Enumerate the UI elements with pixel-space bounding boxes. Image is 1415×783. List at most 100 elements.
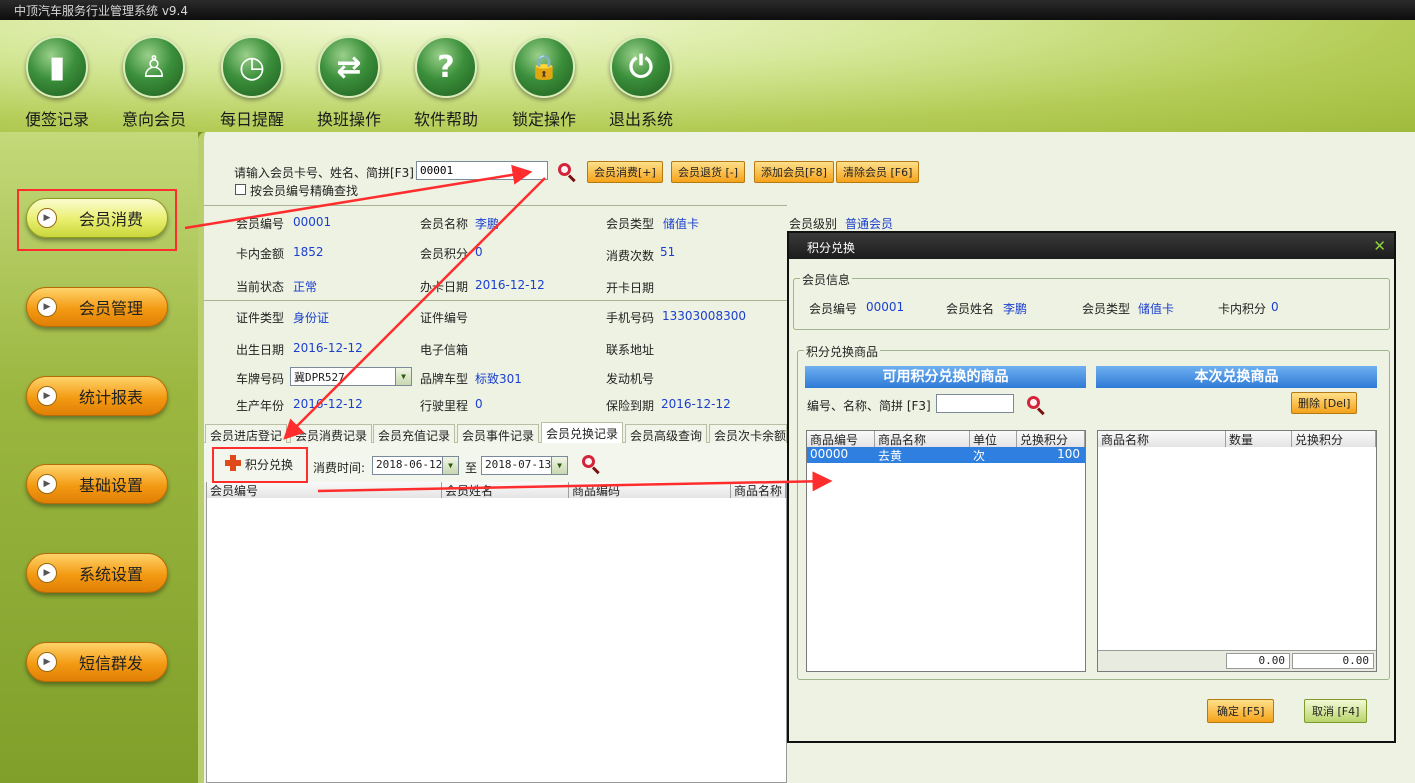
- search-prompt: 请输入会员卡号、姓名、简拼[F3]: [234, 166, 414, 180]
- alarm-clock-icon: ◷: [221, 36, 283, 98]
- column-header[interactable]: 商品编码: [569, 482, 731, 498]
- column-header[interactable]: 兑换积分: [1017, 431, 1085, 447]
- member-consume-button[interactable]: 会员消费[+]: [587, 161, 663, 183]
- id-number-label: 证件编号: [420, 311, 469, 325]
- tab-event-records[interactable]: 会员事件记录: [457, 424, 540, 444]
- delete-button[interactable]: 删除 [Del]: [1291, 392, 1358, 414]
- to-label: 至: [465, 461, 478, 475]
- column-header[interactable]: 兑换积分: [1292, 431, 1376, 447]
- table-row[interactable]: 00000 去黄 次 100: [807, 447, 1085, 463]
- current-goods-grid[interactable]: 商品名称 数量 兑换积分 0.00 0.00: [1097, 430, 1377, 672]
- member-id-label: 会员编号: [236, 217, 285, 231]
- search-icon[interactable]: [557, 162, 577, 183]
- tab-card-balance[interactable]: 会员次卡余额: [709, 424, 787, 444]
- search-icon[interactable]: [581, 454, 601, 475]
- dlg-member-id-value: 00001: [866, 300, 905, 314]
- title-bar: 中顶汽车服务行业管理系统 v9.4: [0, 0, 1415, 20]
- member-level-value: 普通会员: [845, 217, 894, 231]
- sidebar-item-sms[interactable]: ▶ 短信群发: [26, 642, 168, 682]
- sidebar-item-basic-settings[interactable]: ▶ 基础设置: [26, 464, 168, 504]
- tab-exchange-records[interactable]: 会员兑换记录: [541, 422, 624, 444]
- column-header[interactable]: 会员姓名: [442, 482, 569, 498]
- sidebar-item-label: 短信群发: [79, 654, 144, 673]
- date-from-picker[interactable]: 2018-06-12 ▼: [372, 456, 459, 475]
- points-value: 0: [475, 245, 483, 259]
- annotation-box: [212, 447, 308, 483]
- goods-search-label: 编号、名称、简拼 [F3]: [807, 399, 931, 413]
- toolbar-label: 软件帮助: [413, 110, 478, 129]
- exact-search-checkbox[interactable]: [235, 184, 246, 195]
- toolbar-prospect-button[interactable]: ♙ 意向会员: [109, 36, 199, 130]
- add-member-button[interactable]: 添加会员[F8]: [754, 161, 834, 183]
- divider: [204, 205, 787, 206]
- toolbar-lock-button[interactable]: 🔒 锁定操作: [499, 36, 589, 130]
- power-icon: ⏻: [610, 36, 672, 98]
- issue-date-label: 办卡日期: [420, 280, 469, 294]
- count-value: 51: [660, 245, 676, 259]
- tab-consume-records[interactable]: 会员消费记录: [290, 424, 373, 444]
- toolbar-reminder-button[interactable]: ◷ 每日提醒: [207, 36, 297, 130]
- plate-select[interactable]: 冀DPR527 ▼: [290, 367, 412, 386]
- birth-value: 2016-12-12: [293, 341, 363, 355]
- sidebar-item-reports[interactable]: ▶ 统计报表: [26, 376, 168, 416]
- id-type-value: 身份证: [293, 311, 330, 325]
- chevron-down-icon[interactable]: ▼: [395, 368, 411, 385]
- column-header[interactable]: 商品名称: [1098, 431, 1226, 447]
- dialog-title-bar: 积分兑换: [789, 233, 1394, 259]
- group-title: 积分兑换商品: [804, 343, 881, 360]
- dlg-points-label: 卡内积分: [1218, 302, 1267, 316]
- annotation-box: [17, 189, 177, 251]
- help-icon: ?: [415, 36, 477, 98]
- confirm-button[interactable]: 确定 [F5]: [1207, 699, 1275, 723]
- member-type-label: 会员类型: [606, 217, 655, 231]
- model-label: 品牌车型: [420, 372, 469, 386]
- member-search-input[interactable]: [416, 161, 548, 180]
- member-return-button[interactable]: 会员退货 [-]: [671, 161, 746, 183]
- member-name-label: 会员名称: [420, 217, 469, 231]
- close-icon[interactable]: ✕: [1373, 237, 1386, 255]
- search-icon[interactable]: [1026, 395, 1046, 416]
- member-type-value: 储值卡: [663, 217, 700, 231]
- balance-label: 卡内金额: [236, 247, 285, 261]
- records-grid[interactable]: [206, 482, 787, 783]
- column-header[interactable]: 单位: [970, 431, 1017, 447]
- count-label: 消费次数: [606, 249, 655, 263]
- time-label: 消费时间:: [313, 461, 366, 475]
- birth-label: 出生日期: [236, 343, 285, 357]
- toolbar-exit-button[interactable]: ⏻ 退出系统: [596, 36, 686, 130]
- mileage-label: 行驶里程: [420, 399, 469, 413]
- available-goods-grid[interactable]: 商品编号 商品名称 单位 兑换积分 00000 去黄 次 100: [806, 430, 1086, 672]
- member-id-value: 00001: [293, 215, 332, 229]
- year-label: 生产年份: [236, 399, 285, 413]
- email-label: 电子信箱: [420, 343, 469, 357]
- sidebar-item-system-settings[interactable]: ▶ 系统设置: [26, 553, 168, 593]
- date-to-picker[interactable]: 2018-07-13 ▼: [481, 456, 568, 475]
- column-header[interactable]: 商品名称: [875, 431, 970, 447]
- tab-recharge-records[interactable]: 会员充值记录: [373, 424, 456, 444]
- chevron-down-icon[interactable]: ▼: [551, 457, 567, 474]
- sidebar-item-label: 系统设置: [79, 565, 144, 584]
- chevron-down-icon[interactable]: ▼: [442, 457, 458, 474]
- goods-search-input[interactable]: [936, 394, 1014, 413]
- tab-checkin[interactable]: 会员进店登记: [205, 424, 288, 444]
- points-label: 会员积分: [420, 247, 469, 261]
- cancel-button[interactable]: 取消 [F4]: [1304, 699, 1368, 723]
- toolbar-help-button[interactable]: ? 软件帮助: [401, 36, 491, 130]
- column-header[interactable]: 商品编号: [807, 431, 875, 447]
- member-name-value: 李鹏: [475, 217, 500, 231]
- column-header[interactable]: 数量: [1226, 431, 1292, 447]
- toolbar-shift-button[interactable]: ⇄ 换班操作: [304, 36, 394, 130]
- toolbar-notes-button[interactable]: ▮ 便签记录: [12, 36, 102, 130]
- sidebar-item-member-manage[interactable]: ▶ 会员管理: [26, 287, 168, 327]
- phone-value: 13303008300: [662, 309, 746, 323]
- clear-member-button[interactable]: 清除会员 [F6]: [836, 161, 920, 183]
- insurance-value: 2016-12-12: [661, 397, 731, 411]
- column-header[interactable]: 会员编号: [207, 482, 442, 498]
- tab-advanced-query[interactable]: 会员高级查询: [625, 424, 708, 444]
- column-header[interactable]: 商品名称: [731, 482, 786, 498]
- sidebar-item-label: 基础设置: [79, 476, 144, 495]
- top-toolbar: ▮ 便签记录 ♙ 意向会员 ◷ 每日提醒 ⇄ 换班操作 ? 软件帮助 🔒 锁定操…: [0, 20, 1415, 132]
- insurance-label: 保险到期: [606, 399, 655, 413]
- dlg-member-id-label: 会员编号: [809, 302, 858, 316]
- phone-label: 手机号码: [606, 311, 655, 325]
